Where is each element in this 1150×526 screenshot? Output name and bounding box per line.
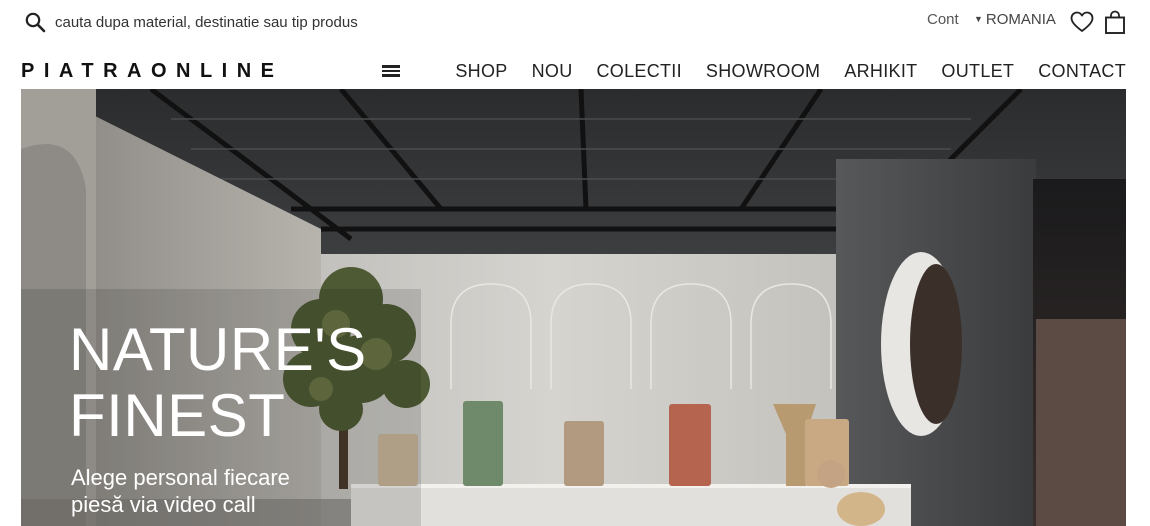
hero-subtitle-line: piesă via video call [71,492,256,517]
hero-headline-line: NATURE'S [69,316,367,383]
site-logo[interactable]: PIATRAONLINE [21,60,284,83]
country-selector[interactable]: ▼ ROMANIA [974,11,1056,28]
cart-button[interactable] [1104,10,1126,40]
menu-item-outlet[interactable]: OUTLET [941,61,1014,82]
menu-links: SHOP NOU COLECTII SHOWROOM ARHIKIT OUTLE… [455,61,1126,82]
menu-item-shop[interactable]: SHOP [455,61,507,82]
hero-subtitle-line: Alege personal fiecare [71,465,290,490]
heart-icon [1070,11,1094,32]
bag-icon [1105,10,1125,34]
hero-image [21,89,1126,526]
caret-down-icon: ▼ [974,14,983,24]
menu-item-nou[interactable]: NOU [532,61,573,82]
hamburger-icon[interactable] [382,65,400,77]
menu-item-contact[interactable]: CONTACT [1038,61,1126,82]
hero-headline-line: FINEST [69,382,286,449]
main-navigation: PIATRAONLINE SHOP NOU COLECTII SHOWROOM … [0,52,1150,88]
hero-subtitle: Alege personal fiecare piesă via video c… [71,464,290,518]
hero-banner[interactable]: NATURE'S FINEST Alege personal fiecare p… [21,89,1126,526]
search-input[interactable] [55,14,415,31]
hero-headline: NATURE'S FINEST [69,317,367,449]
account-link[interactable]: Cont [927,11,959,28]
search-bar[interactable] [25,12,415,33]
search-icon[interactable] [25,12,46,33]
wishlist-button[interactable] [1070,11,1094,38]
menu-item-arhikit[interactable]: ARHIKIT [844,61,917,82]
country-label: ROMANIA [985,11,1056,28]
menu-item-colectii[interactable]: COLECTII [597,61,682,82]
menu-item-showroom[interactable]: SHOWROOM [706,61,820,82]
top-bar: Cont ▼ROMANIA [0,0,1150,50]
